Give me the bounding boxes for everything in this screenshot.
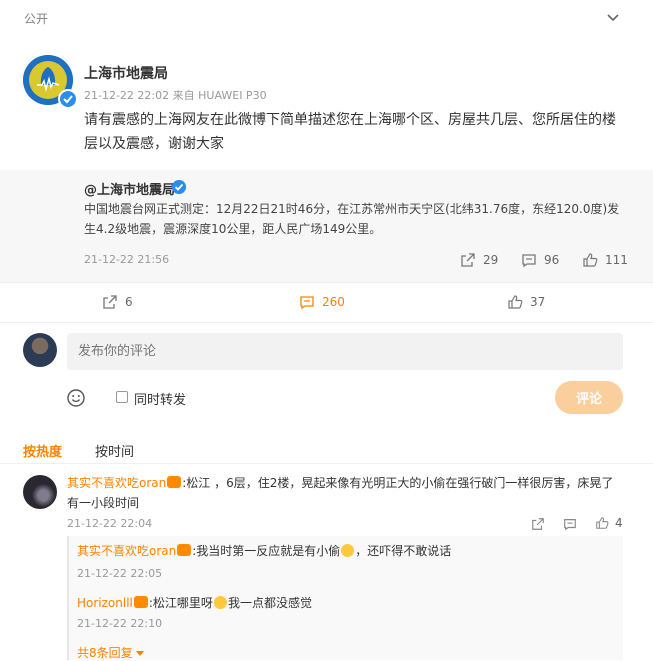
repost-comment-count: 96: [544, 253, 560, 267]
repost-forward-button[interactable]: 29: [460, 252, 498, 268]
repost-checkbox[interactable]: [116, 391, 128, 403]
comment-icon[interactable]: [563, 517, 577, 531]
current-user-avatar[interactable]: [23, 333, 57, 367]
comment-button[interactable]: 260: [299, 294, 345, 310]
like-count: 37: [530, 295, 546, 309]
tab-sort-time[interactable]: 按时间: [95, 441, 134, 460]
reply-item: 其实不喜欢吃oran :我当时第一反应就是有小偷 ，还吓得不敢说话: [77, 542, 451, 559]
thumbs-up-icon: [596, 517, 609, 529]
repost-author[interactable]: @上海市地震局: [84, 179, 175, 198]
repost-like-count: 111: [605, 253, 628, 267]
vip-badge-icon: [167, 476, 182, 488]
verified-badge-icon: [58, 89, 78, 109]
laughing-emoji-icon: [213, 596, 227, 609]
post-text: 请有震感的上海网友在此微博下简单描述您在上海哪个区、房屋共几层、您所居住的楼层以…: [84, 112, 616, 152]
author-name[interactable]: 上海市地震局: [84, 63, 168, 83]
vip-badge-icon: [177, 544, 192, 556]
commenter-avatar[interactable]: [23, 475, 57, 509]
divider: [0, 322, 653, 323]
reply-time: 21-12-22 22:10: [77, 617, 163, 630]
reply-text: :我当时第一反应就是有小偷: [192, 544, 341, 558]
comment-like-count: 4: [615, 516, 623, 530]
submit-comment-button[interactable]: 评论: [555, 381, 623, 414]
repost-time: 21-12-22 21:56: [84, 253, 170, 266]
vip-badge-icon: [133, 596, 148, 608]
reply-text: :松江哪里呀: [148, 596, 213, 610]
verified-badge-icon: [172, 180, 186, 194]
like-button[interactable]: 37: [507, 294, 545, 310]
repost-text: 中国地震台网正式测定：12月22日21时46分，在江苏常州市天宁区(北纬31.7…: [84, 202, 620, 236]
forward-button[interactable]: 6: [102, 294, 133, 310]
comment-icon: [300, 296, 314, 310]
more-replies-link[interactable]: 共8条回复: [77, 644, 145, 661]
repost-forward-count: 29: [483, 253, 499, 267]
post-meta: 21-12-22 22:02 来自 HUAWEI P30: [84, 89, 267, 102]
more-replies-label: 共8条回复: [77, 646, 133, 660]
tab-sort-hot[interactable]: 按热度: [23, 441, 62, 460]
reply-author[interactable]: 其实不喜欢吃oran: [77, 544, 176, 558]
caret-down-icon: [136, 651, 145, 656]
divider: [0, 463, 653, 464]
visibility-label: 公开: [24, 12, 49, 26]
post-header: 公开: [0, 0, 653, 36]
commenter-name[interactable]: 其实不喜欢吃oran: [67, 476, 166, 490]
comment-input[interactable]: [67, 333, 623, 370]
share-icon[interactable]: [531, 517, 545, 531]
comment-like-button[interactable]: 4: [595, 516, 623, 530]
reply-item: Horizonlll :松江哪里呀 我一点都没感觉: [77, 594, 312, 611]
reply-text: 我一点都没感觉: [227, 596, 312, 610]
reply-time: 21-12-22 22:05: [77, 567, 163, 580]
crying-emoji-icon: [341, 544, 355, 557]
forward-count: 6: [125, 295, 133, 309]
comment-count: 260: [322, 295, 345, 309]
repost-like-button[interactable]: 111: [582, 252, 628, 268]
share-icon: [461, 253, 475, 267]
divider: [0, 282, 653, 283]
reply-author[interactable]: Horizonlll: [77, 596, 133, 610]
repost-checkbox-label[interactable]: 同时转发: [134, 389, 186, 408]
emoji-icon[interactable]: [66, 388, 86, 408]
repost-comment-button[interactable]: 96: [521, 252, 559, 268]
thumbs-up-icon: [508, 295, 523, 309]
reply-text: ，还吓得不敢说话: [355, 544, 452, 558]
comment-text-block: 其实不喜欢吃oran:松江 ，6层，住2楼，晃起来像有光明正大的小偷在强行破门一…: [67, 473, 623, 513]
chevron-down-icon[interactable]: [604, 8, 622, 26]
share-icon: [103, 295, 117, 309]
comment-icon: [522, 254, 536, 268]
weibo-post-page: 公开 上海市地震局 21-12-22 22:02 来自 HUAWEI P30 请…: [0, 0, 653, 660]
comment-time: 21-12-22 22:04: [67, 517, 153, 530]
thumbs-up-icon: [583, 253, 598, 267]
